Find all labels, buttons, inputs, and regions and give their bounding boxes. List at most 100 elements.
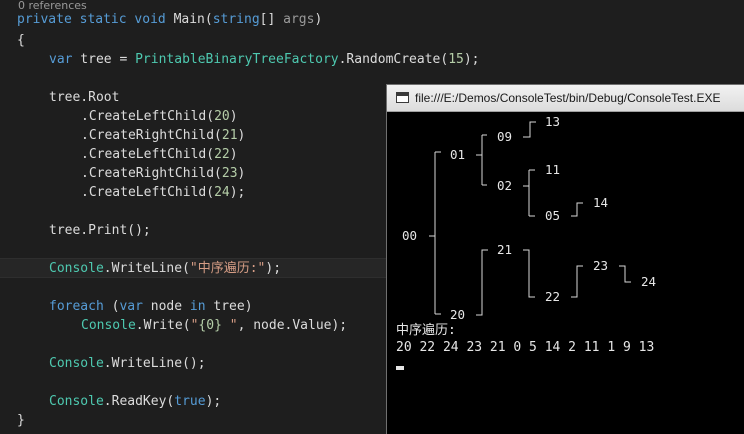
- tree-node: 14: [593, 195, 609, 210]
- number-literal: 23: [221, 166, 238, 181]
- tree-edge: [619, 265, 631, 283]
- console-output[interactable]: 00 01 09 13 02 11 05 14 21 22 23 24 20 中…: [387, 112, 744, 434]
- type-name: PrintableBinaryTreeFactory: [135, 52, 339, 67]
- code-line-3[interactable]: var tree = PrintableBinaryTreeFactory.Ra…: [49, 50, 480, 69]
- console-cursor: [396, 366, 404, 370]
- tree-node: 00: [402, 228, 418, 243]
- keyword: private: [17, 12, 72, 27]
- code-text: ): [237, 166, 246, 181]
- code-text: ): [229, 109, 238, 124]
- code-text: .WriteLine(: [103, 261, 190, 276]
- code-text: node: [142, 299, 190, 314]
- tree-node: 23: [593, 258, 609, 273]
- code-text: .WriteLine();: [103, 356, 206, 371]
- tree-edge: [476, 249, 488, 316]
- code-text: tree.Root: [49, 90, 120, 105]
- code-text: .CreateLeftChild(: [81, 147, 215, 162]
- tree-edge: [429, 151, 441, 315]
- code-text: tree): [205, 299, 253, 314]
- console-titlebar[interactable]: file:///E:/Demos/ConsoleTest/bin/Debug/C…: [387, 85, 744, 112]
- code-line-10[interactable]: .CreateLeftChild(24);: [81, 183, 245, 202]
- code-text: .CreateLeftChild(: [81, 185, 215, 200]
- tree-node: 22: [545, 289, 561, 304]
- code-text: .CreateLeftChild(: [81, 109, 215, 124]
- tree-edge: [571, 202, 583, 217]
- keyword: true: [174, 394, 206, 409]
- console-traversal-output: 20 22 24 23 21 0 5 14 2 11 1 9 13: [396, 340, 655, 355]
- code-line-14[interactable]: Console.WriteLine("中序遍历:");: [49, 259, 281, 278]
- code-text: tree.Print();: [49, 223, 151, 238]
- type-name: Console: [49, 394, 104, 409]
- code-line-19[interactable]: Console.WriteLine();: [49, 354, 206, 373]
- tree-node: 20: [450, 307, 466, 322]
- console-window-icon[interactable]: [396, 92, 409, 103]
- tree-node: 05: [545, 208, 561, 223]
- type-name: Console: [49, 261, 104, 276]
- number-literal: 15: [448, 52, 464, 67]
- tree-node: 13: [545, 114, 561, 129]
- code-text: .CreateRightChild(: [81, 166, 222, 181]
- code-text: }: [17, 413, 25, 428]
- parameter-name: args: [283, 12, 315, 27]
- number-literal: 20: [214, 109, 230, 124]
- tree-node: 11: [545, 162, 561, 177]
- code-text: );: [229, 185, 246, 200]
- method-name: Main(: [173, 12, 213, 27]
- code-line-2[interactable]: {: [17, 31, 25, 50]
- code-text: , node.Value);: [237, 318, 348, 333]
- tree-edge: [523, 169, 535, 217]
- code-text: []: [259, 12, 284, 27]
- console-window[interactable]: file:///E:/Demos/ConsoleTest/bin/Debug/C…: [386, 84, 744, 434]
- tree-edge: [476, 134, 487, 186]
- tree-node: 21: [497, 242, 513, 257]
- string-literal: ": [221, 318, 238, 333]
- type-name: Console: [49, 356, 104, 371]
- string-literal: "中序遍历:": [189, 261, 266, 276]
- type-name: Console: [81, 318, 136, 333]
- console-heading: 中序遍历:: [396, 323, 456, 338]
- code-text: .CreateRightChild(: [81, 128, 222, 143]
- number-literal: 24: [214, 185, 230, 200]
- code-line-12[interactable]: tree.Print();: [49, 221, 151, 240]
- code-line-8[interactable]: .CreateLeftChild(22): [81, 145, 238, 164]
- code-text: tree =: [72, 52, 136, 67]
- keyword: static: [79, 12, 127, 27]
- tree-edge: [571, 265, 583, 298]
- tree-edge: [523, 121, 536, 138]
- number-literal: 22: [214, 147, 230, 162]
- code-line-21[interactable]: Console.ReadKey(true);: [49, 392, 221, 411]
- keyword: void: [134, 12, 166, 27]
- code-text: {: [17, 33, 25, 48]
- code-text: );: [265, 261, 282, 276]
- format-placeholder: {0}: [198, 318, 222, 333]
- code-line-22[interactable]: }: [17, 411, 25, 430]
- keyword: var: [49, 52, 73, 67]
- keyword: var: [119, 299, 143, 314]
- tree-connectors: [429, 121, 631, 316]
- code-text: .ReadKey(: [103, 394, 175, 409]
- number-literal: 21: [221, 128, 238, 143]
- code-line-9[interactable]: .CreateRightChild(23): [81, 164, 245, 183]
- keyword: in: [189, 299, 206, 314]
- code-line-5[interactable]: tree.Root: [49, 88, 119, 107]
- code-text: );: [205, 394, 222, 409]
- code-text: (: [103, 299, 120, 314]
- keyword: string: [212, 12, 260, 27]
- code-line-16[interactable]: foreach (var node in tree): [49, 297, 253, 316]
- tree-node: 02: [497, 178, 513, 193]
- tree-node: 09: [497, 129, 513, 144]
- keyword: foreach: [49, 299, 104, 314]
- code-line-17[interactable]: Console.Write("{0} ", node.Value);: [81, 316, 347, 335]
- code-text: .RandomCreate(: [338, 52, 449, 67]
- code-line-7[interactable]: .CreateRightChild(21): [81, 126, 245, 145]
- tree-edge: [523, 249, 535, 298]
- tree-node: 01: [450, 147, 466, 162]
- code-text: ): [314, 12, 323, 27]
- code-text: ): [237, 128, 246, 143]
- code-line-6[interactable]: .CreateLeftChild(20): [81, 107, 238, 126]
- code-text: ): [229, 147, 238, 162]
- code-line-1[interactable]: private static void Main(string[] args): [17, 10, 322, 29]
- console-title: file:///E:/Demos/ConsoleTest/bin/Debug/C…: [415, 91, 721, 105]
- code-text: .Write(: [135, 318, 191, 333]
- code-text: );: [463, 52, 480, 67]
